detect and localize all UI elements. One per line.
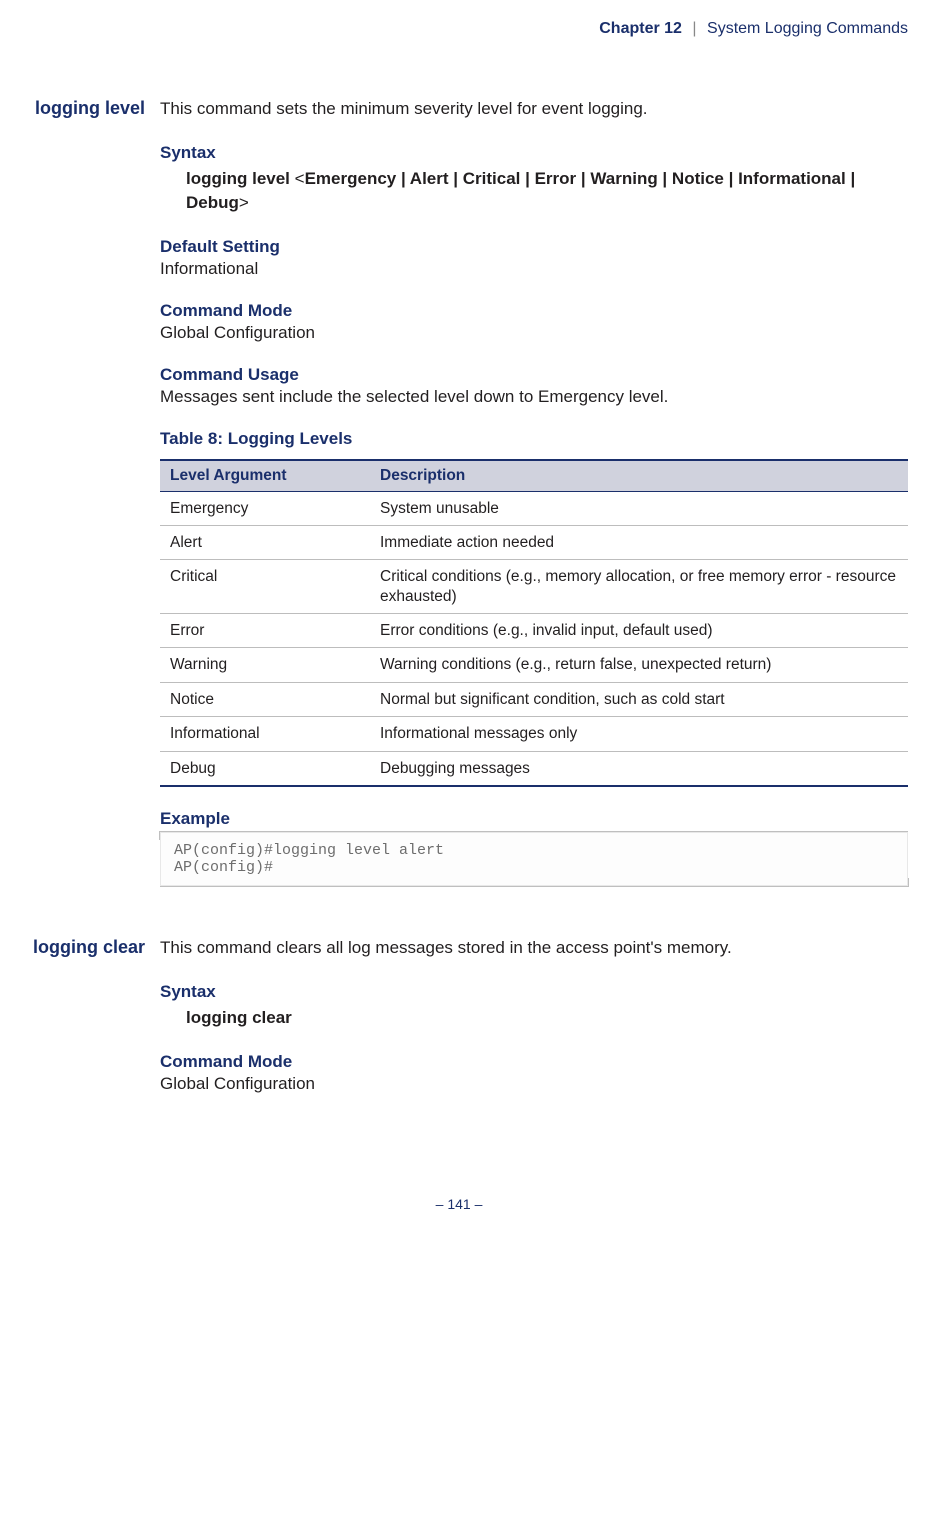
logging-levels-table: Level Argument Description EmergencySyst… — [160, 459, 908, 787]
syntax-keyword: logging level — [186, 169, 290, 188]
example-heading: Example — [160, 809, 908, 829]
page-number: – 141 – — [10, 1196, 908, 1212]
command-description: This command clears all log messages sto… — [160, 937, 908, 960]
level-desc: Immediate action needed — [370, 525, 908, 559]
command-mode-value: Global Configuration — [160, 323, 908, 343]
level-arg: Emergency — [160, 491, 370, 525]
table-header-arg: Level Argument — [160, 460, 370, 492]
table-row: ErrorError conditions (e.g., invalid inp… — [160, 614, 908, 648]
level-desc: Informational messages only — [370, 717, 908, 751]
level-desc: Warning conditions (e.g., return false, … — [370, 648, 908, 682]
table-row: DebugDebugging messages — [160, 751, 908, 786]
table-header-desc: Description — [370, 460, 908, 492]
syntax-line: logging level <Emergency | Alert | Criti… — [186, 167, 908, 215]
level-arg: Warning — [160, 648, 370, 682]
syntax-heading: Syntax — [160, 143, 908, 163]
syntax-line: logging clear — [186, 1006, 908, 1030]
command-mode-heading: Command Mode — [160, 301, 908, 321]
syntax-bracket-close: > — [239, 193, 249, 212]
command-name-logging-level: logging level — [10, 98, 145, 937]
table-row: InformationalInformational messages only — [160, 717, 908, 751]
table-title: Table 8: Logging Levels — [160, 429, 908, 449]
level-arg: Informational — [160, 717, 370, 751]
command-description: This command sets the minimum severity l… — [160, 98, 908, 121]
level-arg: Error — [160, 614, 370, 648]
level-desc: Normal but significant condition, such a… — [370, 682, 908, 716]
chapter-title: System Logging Commands — [707, 20, 908, 37]
level-arg: Alert — [160, 525, 370, 559]
table-row: WarningWarning conditions (e.g., return … — [160, 648, 908, 682]
example-code-block: AP(config)#logging level alert AP(config… — [160, 831, 908, 887]
table-row: EmergencySystem unusable — [160, 491, 908, 525]
level-desc: Critical conditions (e.g., memory alloca… — [370, 560, 908, 614]
syntax-heading: Syntax — [160, 982, 908, 1002]
level-arg: Debug — [160, 751, 370, 786]
level-arg: Critical — [160, 560, 370, 614]
default-setting-value: Informational — [160, 259, 908, 279]
command-mode-value: Global Configuration — [160, 1074, 908, 1094]
command-usage-value: Messages sent include the selected level… — [160, 387, 908, 407]
default-setting-heading: Default Setting — [160, 237, 908, 257]
chapter-label: Chapter 12 — [599, 20, 682, 37]
page-header: Chapter 12 | System Logging Commands — [10, 20, 908, 38]
command-mode-heading: Command Mode — [160, 1052, 908, 1072]
table-row: NoticeNormal but significant condition, … — [160, 682, 908, 716]
syntax-bracket-open: < — [295, 169, 305, 188]
level-desc: System unusable — [370, 491, 908, 525]
level-arg: Notice — [160, 682, 370, 716]
table-row: AlertImmediate action needed — [160, 525, 908, 559]
command-usage-heading: Command Usage — [160, 365, 908, 385]
table-row: CriticalCritical conditions (e.g., memor… — [160, 560, 908, 614]
header-separator: | — [686, 20, 702, 37]
level-desc: Error conditions (e.g., invalid input, d… — [370, 614, 908, 648]
command-name-logging-clear: logging clear — [10, 937, 145, 1116]
level-desc: Debugging messages — [370, 751, 908, 786]
syntax-keyword: logging clear — [186, 1008, 292, 1027]
